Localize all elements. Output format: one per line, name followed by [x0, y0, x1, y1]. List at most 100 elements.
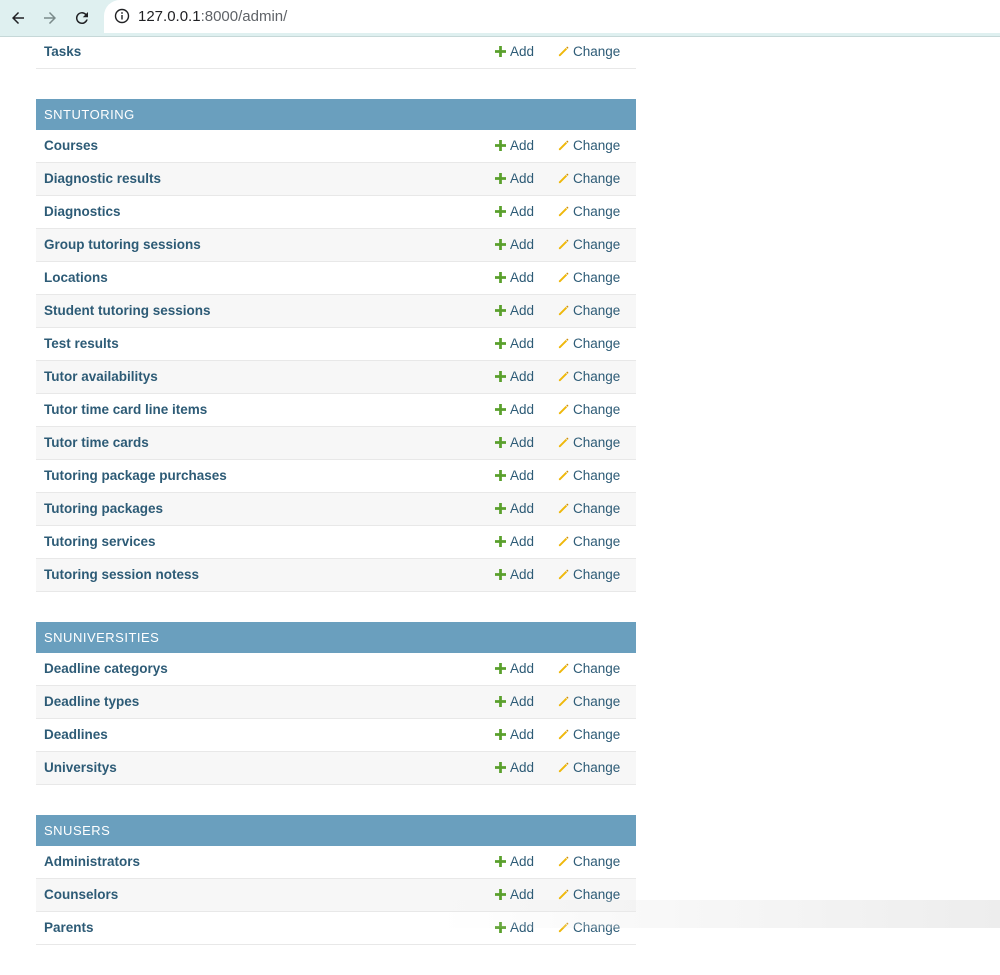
model-row: Counselors Add Change: [36, 879, 636, 912]
add-link[interactable]: Add: [495, 468, 534, 483]
change-link[interactable]: Change: [558, 237, 620, 252]
change-link[interactable]: Change: [558, 854, 620, 869]
model-row: Tutoring package purchases Add Change: [36, 460, 636, 493]
pencil-icon: [558, 272, 569, 283]
change-link[interactable]: Change: [558, 661, 620, 676]
model-link[interactable]: Universitys: [44, 760, 117, 775]
add-link[interactable]: Add: [495, 501, 534, 516]
pencil-icon: [558, 437, 569, 448]
change-link[interactable]: Change: [558, 138, 620, 153]
back-button[interactable]: [6, 6, 30, 30]
module-header[interactable]: SNUSERS: [36, 815, 636, 846]
add-link[interactable]: Add: [495, 435, 534, 450]
change-link[interactable]: Change: [558, 369, 620, 384]
pencil-icon: [558, 305, 569, 316]
add-link[interactable]: Add: [495, 303, 534, 318]
add-link[interactable]: Add: [495, 44, 534, 59]
model-link[interactable]: Test results: [44, 336, 119, 351]
change-link[interactable]: Change: [558, 887, 620, 902]
change-link[interactable]: Change: [558, 567, 620, 582]
model-link[interactable]: Tutor availabilitys: [44, 369, 158, 384]
change-link[interactable]: Change: [558, 501, 620, 516]
plus-icon: [495, 140, 506, 151]
change-link[interactable]: Change: [558, 760, 620, 775]
plus-icon: [495, 173, 506, 184]
address-bar[interactable]: 127.0.0.1:8000/admin/: [104, 0, 1000, 33]
change-label: Change: [573, 567, 621, 582]
model-link[interactable]: Administrators: [44, 854, 140, 869]
change-label: Change: [573, 336, 621, 351]
model-link[interactable]: Diagnostic results: [44, 171, 161, 186]
change-link[interactable]: Change: [558, 468, 620, 483]
plus-icon: [495, 338, 506, 349]
plus-icon: [495, 889, 506, 900]
change-link[interactable]: Change: [558, 303, 620, 318]
add-link[interactable]: Add: [495, 727, 534, 742]
model-link[interactable]: Deadline categorys: [44, 661, 168, 676]
plus-icon: [495, 663, 506, 674]
info-icon[interactable]: [114, 8, 130, 24]
add-link[interactable]: Add: [495, 402, 534, 417]
add-label: Add: [510, 204, 535, 219]
change-link[interactable]: Change: [558, 44, 620, 59]
module-header[interactable]: SNTUTORING: [36, 99, 636, 130]
plus-icon: [495, 503, 506, 514]
change-link[interactable]: Change: [558, 171, 620, 186]
model-link[interactable]: Locations: [44, 270, 108, 285]
add-label: Add: [510, 534, 535, 549]
reload-button[interactable]: [70, 6, 94, 30]
pencil-icon: [558, 536, 569, 547]
model-link[interactable]: Counselors: [44, 887, 118, 902]
change-link[interactable]: Change: [558, 402, 620, 417]
add-link[interactable]: Add: [495, 369, 534, 384]
model-link[interactable]: Courses: [44, 138, 98, 153]
add-link[interactable]: Add: [495, 270, 534, 285]
add-link[interactable]: Add: [495, 887, 534, 902]
pencil-icon: [558, 503, 569, 514]
model-link[interactable]: Tutoring package purchases: [44, 468, 227, 483]
add-label: Add: [510, 727, 535, 742]
forward-button[interactable]: [38, 6, 62, 30]
change-link[interactable]: Change: [558, 694, 620, 709]
model-link[interactable]: Student tutoring sessions: [44, 303, 211, 318]
add-link[interactable]: Add: [495, 760, 534, 775]
model-link[interactable]: Tutoring packages: [44, 501, 163, 516]
model-link[interactable]: Deadline types: [44, 694, 139, 709]
pencil-icon: [558, 729, 569, 740]
model-link[interactable]: Tutor time cards: [44, 435, 149, 450]
add-label: Add: [510, 171, 535, 186]
pencil-icon: [558, 140, 569, 151]
change-link[interactable]: Change: [558, 204, 620, 219]
model-row: Tutor time card line items Add Change: [36, 394, 636, 427]
model-link[interactable]: Tutor time card line items: [44, 402, 207, 417]
model-link[interactable]: Tasks: [44, 44, 81, 59]
model-link[interactable]: Tutoring services: [44, 534, 156, 549]
change-label: Change: [573, 854, 621, 869]
add-link[interactable]: Add: [495, 336, 534, 351]
add-link[interactable]: Add: [495, 534, 534, 549]
add-link[interactable]: Add: [495, 204, 534, 219]
plus-icon: [495, 729, 506, 740]
add-label: Add: [510, 369, 535, 384]
model-row: Administrators Add Change: [36, 846, 636, 879]
change-link[interactable]: Change: [558, 270, 620, 285]
add-link[interactable]: Add: [495, 694, 534, 709]
change-link[interactable]: Change: [558, 435, 620, 450]
module-header[interactable]: SNUNIVERSITIES: [36, 622, 636, 653]
add-link[interactable]: Add: [495, 138, 534, 153]
model-link[interactable]: Group tutoring sessions: [44, 237, 201, 252]
pencil-icon: [558, 206, 569, 217]
model-row: Locations Add Change: [36, 262, 636, 295]
add-link[interactable]: Add: [495, 237, 534, 252]
add-link[interactable]: Add: [495, 567, 534, 582]
model-link[interactable]: Deadlines: [44, 727, 108, 742]
add-link[interactable]: Add: [495, 854, 534, 869]
pencil-icon: [558, 762, 569, 773]
change-link[interactable]: Change: [558, 534, 620, 549]
change-link[interactable]: Change: [558, 727, 620, 742]
model-link[interactable]: Tutoring session notess: [44, 567, 199, 582]
model-link[interactable]: Diagnostics: [44, 204, 121, 219]
add-link[interactable]: Add: [495, 171, 534, 186]
add-link[interactable]: Add: [495, 661, 534, 676]
change-link[interactable]: Change: [558, 336, 620, 351]
